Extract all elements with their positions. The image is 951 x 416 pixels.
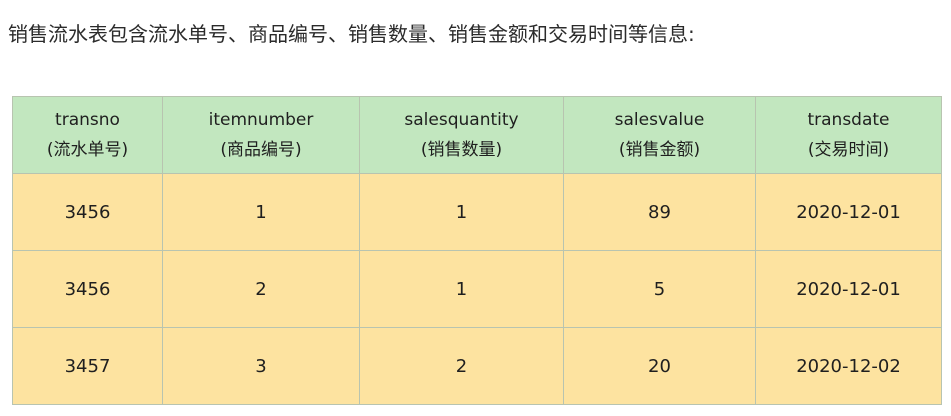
table-row: 3456 1 1 89 2020-12-01 (12, 173, 942, 251)
intro-text: 销售流水表包含流水单号、商品编号、销售数量、销售金额和交易时间等信息: (8, 22, 695, 46)
cell-itemnumber: 2 (162, 250, 360, 328)
sales-table-container: transno (流水单号) itemnumber (商品编号) salesqu… (12, 96, 942, 405)
header-transdate: transdate (交易时间) (755, 96, 942, 174)
table-row: 3456 2 1 5 2020-12-01 (12, 250, 942, 328)
header-transno: transno (流水单号) (12, 96, 163, 174)
cell-transno: 3456 (12, 173, 163, 251)
header-field-name: itemnumber (208, 110, 314, 130)
sales-flow-table: transno (流水单号) itemnumber (商品编号) salesqu… (12, 96, 942, 405)
header-field-name: transdate (807, 110, 890, 130)
header-field-name: transno (55, 110, 120, 130)
cell-transno: 3456 (12, 250, 163, 328)
header-field-name: salesvalue (614, 110, 705, 130)
header-field-label: (交易时间) (807, 140, 890, 160)
cell-salesquantity: 2 (359, 327, 564, 405)
table-header-row: transno (流水单号) itemnumber (商品编号) salesqu… (12, 96, 942, 174)
header-field-label: (商品编号) (220, 140, 302, 160)
header-field-label: (流水单号) (46, 140, 129, 160)
cell-salesvalue: 5 (563, 250, 756, 328)
header-field-label: (销售数量) (420, 140, 503, 160)
header-itemnumber: itemnumber (商品编号) (162, 96, 360, 174)
cell-transdate: 2020-12-02 (755, 327, 942, 405)
cell-transno: 3457 (12, 327, 163, 405)
header-field-name: salesquantity (404, 110, 519, 130)
cell-salesquantity: 1 (359, 250, 564, 328)
cell-salesquantity: 1 (359, 173, 564, 251)
table-row: 3457 3 2 20 2020-12-02 (12, 327, 942, 405)
header-salesquantity: salesquantity (销售数量) (359, 96, 564, 174)
cell-itemnumber: 1 (162, 173, 360, 251)
cell-itemnumber: 3 (162, 327, 360, 405)
cell-salesvalue: 20 (563, 327, 756, 405)
cell-transdate: 2020-12-01 (755, 250, 942, 328)
header-field-label: (销售金额) (618, 140, 701, 160)
cell-transdate: 2020-12-01 (755, 173, 942, 251)
header-salesvalue: salesvalue (销售金额) (563, 96, 756, 174)
cell-salesvalue: 89 (563, 173, 756, 251)
